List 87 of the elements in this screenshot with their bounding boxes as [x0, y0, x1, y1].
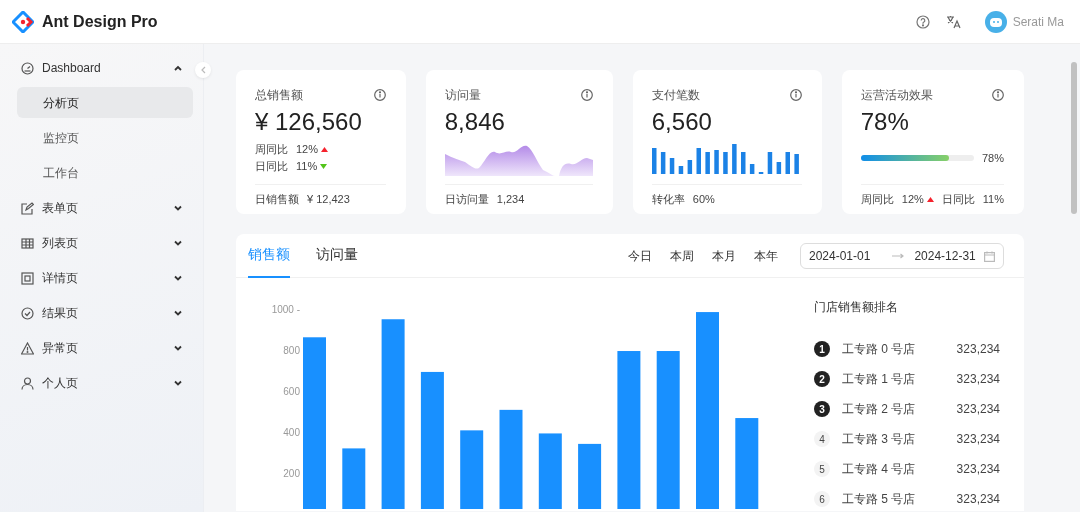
submenu-item[interactable]: 分析页	[17, 87, 193, 118]
submenu-item[interactable]: 工作台	[17, 157, 193, 188]
avatar-icon	[984, 10, 1007, 33]
rank-badge: 4	[814, 431, 830, 447]
menu-item[interactable]: 个人页	[17, 365, 193, 400]
range-link[interactable]: 本月	[712, 246, 736, 265]
stat-value: 6,560	[651, 108, 713, 137]
translate-icon[interactable]	[945, 15, 961, 30]
progress-reading: 78%	[981, 150, 1004, 166]
store-sales: 323,234	[956, 491, 1000, 508]
footer-label: 日销售额	[255, 192, 299, 208]
user-icon	[21, 376, 34, 390]
info-icon[interactable]	[789, 89, 802, 101]
axis-tick-label: 400	[283, 426, 300, 438]
range-link[interactable]: 今日	[628, 246, 652, 265]
store-sales: 323,234	[956, 461, 1000, 478]
store-name: 工专路 1 号店	[842, 371, 916, 388]
footer-label: 转化率	[651, 192, 685, 208]
footer-value: 1,234	[496, 192, 525, 208]
arrow-right-icon	[892, 253, 905, 260]
menu-item[interactable]: 异常页	[17, 330, 193, 365]
start-date: 2024-01-01	[809, 247, 871, 265]
axis-tick-label: 600	[283, 385, 300, 397]
trend-label: 周同比	[860, 192, 894, 208]
footer-label: 日访问量	[444, 192, 489, 208]
user-name: Serati Ma	[1012, 13, 1064, 31]
stat-value: ¥ 126,560	[255, 108, 363, 137]
help-icon[interactable]	[915, 15, 930, 30]
card-title: 支付笔数	[651, 87, 700, 104]
card-title: 访问量	[444, 87, 481, 104]
axis-tick-label: 800	[283, 344, 300, 356]
footer-value: 60%	[692, 192, 715, 208]
info-icon[interactable]	[373, 89, 386, 101]
trend-label: 日同比	[255, 158, 288, 174]
trend-value: 12%	[296, 142, 319, 158]
ranking-title: 门店销售额排名	[814, 299, 899, 316]
menu-item[interactable]: 表单页	[17, 190, 193, 225]
menu-item[interactable]: 结果页	[17, 295, 193, 330]
store-name: 工专路 3 号店	[842, 431, 916, 448]
submenu-item[interactable]: 监控页	[17, 122, 193, 153]
date-range-picker[interactable]: 2024-01-01 2024-12-31	[800, 242, 1004, 269]
info-icon[interactable]	[992, 89, 1004, 101]
profile-icon	[21, 271, 34, 285]
card-title: 运营活动效果	[860, 87, 933, 104]
menu-item[interactable]: 列表页	[17, 225, 193, 260]
store-name: 工专路 5 号店	[842, 491, 916, 508]
stat-value: 78%	[860, 108, 910, 137]
store-sales: 323,234	[956, 401, 1000, 418]
store-name: 工专路 4 号店	[842, 461, 916, 478]
chart-bar	[578, 443, 602, 509]
rank-badge: 6	[814, 491, 830, 507]
end-date: 2024-12-31	[914, 247, 976, 265]
trend-value: 12%	[901, 192, 924, 208]
rank-badge: 1	[814, 341, 830, 357]
trend-value: 11%	[296, 158, 318, 174]
app-title: Ant Design Pro	[42, 11, 158, 32]
calendar-icon	[984, 250, 995, 262]
axis-tick-label: 1000 -	[271, 303, 300, 315]
dashboard-icon	[21, 61, 34, 75]
store-name: 工专路 0 号店	[842, 341, 916, 358]
stat-value: 8,846	[444, 108, 506, 137]
store-sales: 323,234	[956, 341, 1000, 358]
card-title: 总销售额	[255, 87, 303, 104]
trend-value: 11%	[982, 192, 1004, 208]
range-link[interactable]: 本周	[670, 246, 694, 265]
logo-icon	[12, 10, 34, 33]
trend-label: 日同比	[941, 192, 975, 208]
warning-icon	[21, 341, 34, 355]
table-icon	[21, 236, 34, 250]
tab[interactable]: 访问量	[316, 234, 358, 278]
menu-item[interactable]: Dashboard	[17, 50, 193, 85]
footer-value: ¥ 12,423	[307, 192, 350, 208]
store-sales: 323,234	[956, 431, 1000, 448]
edit-icon	[21, 201, 34, 215]
trend-label: 周同比	[255, 142, 288, 158]
chevron-left-icon	[200, 66, 206, 74]
rank-badge: 2	[814, 371, 830, 387]
store-sales: 323,234	[956, 371, 1000, 388]
info-icon[interactable]	[580, 89, 593, 101]
menu-item[interactable]: 详情页	[17, 260, 193, 295]
store-name: 工专路 2 号店	[842, 401, 916, 418]
rank-badge: 3	[814, 401, 830, 417]
rank-badge: 5	[814, 461, 830, 477]
chart-bar	[342, 448, 366, 509]
range-link[interactable]: 本年	[754, 246, 778, 265]
check-circle-icon	[21, 306, 34, 320]
axis-tick-label: 200	[283, 467, 300, 479]
